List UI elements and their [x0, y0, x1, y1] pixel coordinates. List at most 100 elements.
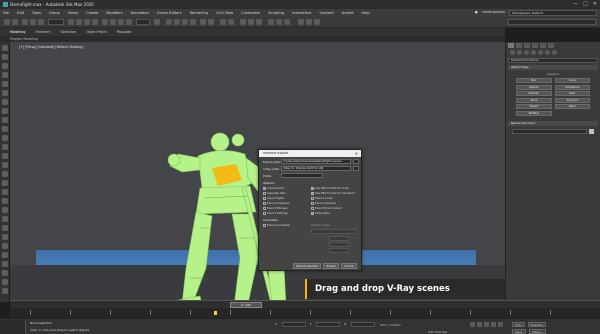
set-key-button[interactable]: Set K.: [512, 329, 527, 334]
curve-editor-icon[interactable]: [240, 19, 246, 25]
previous-frame-icon[interactable]: [477, 322, 482, 327]
cone-button[interactable]: Cone: [554, 78, 590, 83]
modify-tab-icon[interactable]: [516, 43, 522, 48]
lights-icon[interactable]: [524, 50, 529, 55]
separate-files-checkbox[interactable]: Separate files: [263, 191, 286, 195]
tool-icon[interactable]: [1, 117, 8, 123]
sphere-button[interactable]: Sphere: [516, 84, 552, 90]
maxscript-listener[interactable]: [0, 320, 26, 334]
workspace-select[interactable]: Workspaces: Default: [509, 10, 597, 16]
systems-icon[interactable]: [552, 50, 557, 55]
material-editor-icon[interactable]: [256, 19, 262, 25]
keyframe-marker[interactable]: [214, 311, 217, 315]
menu-arnold[interactable]: Arnold: [342, 11, 354, 15]
angle-snap-icon[interactable]: [174, 19, 180, 25]
y-coordinate-field[interactable]: [316, 322, 341, 327]
tool-icon[interactable]: [1, 63, 8, 69]
object-name-field[interactable]: [512, 128, 587, 134]
menu-content[interactable]: Content: [319, 11, 333, 15]
layer-explorer-icon[interactable]: [228, 19, 234, 25]
cancel-button[interactable]: Cancel: [341, 263, 357, 269]
tool-icon[interactable]: [1, 153, 8, 159]
menu-file[interactable]: File: [3, 11, 9, 15]
tab-modeling[interactable]: Modeling: [10, 30, 25, 34]
x-coordinate-field[interactable]: [281, 322, 306, 327]
start-frame-field[interactable]: [329, 236, 349, 241]
tool-icon[interactable]: [1, 54, 8, 60]
tab-populate[interactable]: Populate: [117, 30, 132, 34]
reference-coordinate-select[interactable]: [136, 19, 150, 25]
tool-icon[interactable]: [1, 99, 8, 105]
tool-icon[interactable]: [1, 81, 8, 87]
display-tab-icon[interactable]: [540, 43, 546, 48]
export-path-browse-button[interactable]: [353, 159, 359, 164]
tool-icon[interactable]: [1, 261, 8, 267]
object-type-rollout[interactable]: Object Type: [508, 65, 598, 70]
next-frame-icon[interactable]: [491, 322, 496, 327]
select-by-name-icon[interactable]: [76, 19, 82, 25]
export-button[interactable]: Export: [323, 263, 339, 269]
project-path-field[interactable]: [508, 19, 596, 25]
helpers-icon[interactable]: [538, 50, 543, 55]
tool-icon[interactable]: [1, 234, 8, 240]
create-tab-icon[interactable]: [508, 43, 514, 48]
box-button[interactable]: Box: [516, 78, 552, 83]
end-frame-field[interactable]: [329, 242, 349, 247]
tool-icon[interactable]: [1, 252, 8, 258]
user-account[interactable]: ● vlrndropresso: [475, 10, 505, 14]
export-materials-checkbox[interactable]: Export materials: [263, 201, 289, 205]
spinner-snap-icon[interactable]: [190, 19, 196, 25]
key-filters-button[interactable]: Filters...: [529, 329, 547, 334]
tool-icon[interactable]: [1, 270, 8, 276]
export-nodes-checkbox[interactable]: Export nodes: [311, 196, 333, 200]
render-production-icon[interactable]: [284, 19, 290, 25]
tool-icon[interactable]: [1, 108, 8, 114]
scene-explorer-icon[interactable]: [220, 19, 226, 25]
bind-space-warp-icon[interactable]: [38, 19, 44, 25]
tool-icon[interactable]: [1, 288, 8, 294]
vray-toolbar-icon[interactable]: [298, 19, 304, 25]
play-icon[interactable]: [484, 322, 489, 327]
link-icon[interactable]: [22, 19, 28, 25]
selected-select[interactable]: Selected: [527, 322, 546, 327]
tool-icon[interactable]: [1, 162, 8, 168]
space-warps-icon[interactable]: [545, 50, 550, 55]
go-to-end-icon[interactable]: [498, 322, 503, 327]
vray-path-field[interactable]: V-Ray for 3dsmax 2020 for x64: [281, 166, 351, 171]
close-button[interactable]: ✕: [593, 1, 597, 7]
maximize-button[interactable]: □: [583, 1, 588, 7]
pivot-icon[interactable]: [154, 19, 160, 25]
perspective-viewport[interactable]: [+] [Persp] [Standard] [Default Shading]: [10, 42, 505, 300]
select-object-icon[interactable]: [68, 19, 74, 25]
object-color-swatch[interactable]: [589, 128, 594, 134]
menu-views[interactable]: Views: [68, 11, 78, 15]
percent-snap-icon[interactable]: [182, 19, 188, 25]
unlink-icon[interactable]: [30, 19, 36, 25]
scale-icon[interactable]: [118, 19, 124, 25]
geometry-icon[interactable]: [510, 50, 515, 55]
rendered-frame-icon[interactable]: [276, 19, 282, 25]
teapot-button[interactable]: Teapot: [516, 104, 552, 109]
export-settings-checkbox[interactable]: Export Settings: [263, 211, 288, 215]
export-selected-button[interactable]: Export selected: [293, 263, 321, 269]
menu-help[interactable]: Help: [361, 11, 369, 15]
cameras-icon[interactable]: [531, 50, 536, 55]
menu-group[interactable]: Group: [49, 11, 60, 15]
menu-scripting[interactable]: Scripting: [268, 11, 284, 15]
render-setup-icon[interactable]: [268, 19, 274, 25]
utilities-tab-icon[interactable]: [548, 43, 554, 48]
tool-icon[interactable]: [1, 126, 8, 132]
menu-interactive[interactable]: Interactive: [292, 11, 311, 15]
window-crossing-icon[interactable]: [92, 19, 98, 25]
export-range-select[interactable]: [311, 229, 357, 234]
placement-icon[interactable]: [126, 19, 132, 25]
shapes-icon[interactable]: [517, 50, 522, 55]
tool-icon[interactable]: [1, 180, 8, 186]
tool-icon[interactable]: [1, 225, 8, 231]
tool-icon[interactable]: [1, 45, 8, 51]
tool-icon[interactable]: [1, 279, 8, 285]
schematic-view-icon[interactable]: [248, 19, 254, 25]
vray-light-icon[interactable]: [314, 19, 320, 25]
tab-object-paint[interactable]: Object Paint: [86, 30, 107, 34]
tool-icon[interactable]: [1, 135, 8, 141]
